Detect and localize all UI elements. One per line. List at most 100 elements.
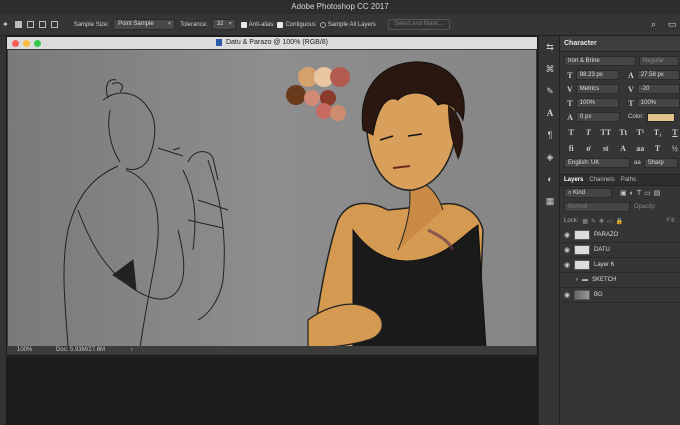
- tab-channels[interactable]: Channels: [589, 177, 614, 183]
- select-and-mask-button[interactable]: Select and Mask...: [387, 19, 450, 30]
- horizontal-scale-icon: T: [628, 98, 634, 108]
- layer-row[interactable]: ◉ PARAZO: [560, 228, 680, 243]
- tracking-icon: V: [627, 84, 634, 94]
- eye-icon[interactable]: ◉: [560, 261, 574, 269]
- opacity-label: Opacity:: [634, 204, 657, 210]
- fractions-icon[interactable]: ½: [670, 144, 680, 153]
- text-color-swatch[interactable]: [647, 112, 676, 122]
- properties-icon[interactable]: ⌘: [539, 58, 561, 80]
- ordinals-icon[interactable]: T: [652, 144, 662, 153]
- sample-size-label: Sample Size:: [73, 21, 110, 28]
- titling-icon[interactable]: aa: [635, 144, 645, 153]
- layer-row[interactable]: ◉ BG: [560, 288, 680, 303]
- leading-input[interactable]: 27.58 px: [636, 70, 680, 80]
- search-icon[interactable]: ⌕: [651, 19, 656, 30]
- chevron-right-icon[interactable]: ›: [576, 277, 578, 283]
- font-size-input[interactable]: 98.23 px: [575, 70, 619, 80]
- font-family-dropdown[interactable]: Iron & Brine: [564, 56, 636, 66]
- baseline-shift-icon: A: [567, 112, 573, 122]
- eye-icon[interactable]: ◉: [560, 291, 574, 299]
- workspace-icon[interactable]: ▭: [668, 19, 677, 30]
- antialias-dropdown[interactable]: Sharp: [643, 158, 678, 168]
- underline-icon[interactable]: T: [670, 128, 680, 137]
- adjustments-icon[interactable]: ◐: [539, 168, 561, 190]
- ligatures-icon[interactable]: fi: [566, 144, 576, 153]
- contiguous-checkbox[interactable]: [277, 21, 284, 28]
- baseline-shift-input[interactable]: 0 px: [576, 112, 620, 122]
- character-icon[interactable]: A: [539, 102, 561, 124]
- stylistic-icon[interactable]: A: [618, 144, 628, 153]
- eye-icon[interactable]: ◉: [560, 246, 574, 254]
- swatches-icon[interactable]: ▦: [539, 190, 561, 212]
- leading-icon: A: [627, 70, 634, 80]
- swatch-0: [286, 85, 306, 105]
- horizontal-scale-input[interactable]: 100%: [636, 98, 680, 108]
- tolerance-label: Tolerance:: [180, 21, 208, 28]
- doc-size[interactable]: Doc: 5.93M/27.6M: [56, 347, 105, 353]
- faux-italic-icon[interactable]: T: [583, 128, 593, 137]
- character-panel-header[interactable]: Character: [560, 36, 680, 52]
- tracking-input[interactable]: -20: [636, 84, 680, 94]
- swash-icon[interactable]: st: [601, 144, 611, 153]
- layer-row[interactable]: › ▬ SKETCH: [560, 273, 680, 288]
- layers-list: ◉ PARAZO ◉ DATU ◉ Layer 6 › ▬ SKETCH ◉ BG: [560, 228, 680, 303]
- filter-kind-label: Kind: [573, 190, 586, 196]
- layer-name: SKETCH: [592, 277, 617, 283]
- add-selection-icon[interactable]: [26, 21, 34, 28]
- layer-name: Layer 6: [594, 262, 615, 268]
- blend-mode-dropdown[interactable]: Normal: [564, 202, 630, 212]
- tolerance-input[interactable]: 32: [211, 19, 236, 30]
- zoom-level[interactable]: 100%: [17, 347, 32, 353]
- tab-paths[interactable]: Paths: [621, 177, 636, 183]
- kerning-icon: V: [566, 84, 573, 94]
- close-window-button[interactable]: [12, 40, 19, 47]
- layer-thumbnail: [574, 230, 590, 240]
- folder-icon: ▬: [582, 277, 588, 283]
- history-icon[interactable]: ⇆: [539, 36, 561, 58]
- faux-bold-icon[interactable]: T: [566, 128, 576, 137]
- swatch-3: [330, 67, 350, 87]
- layer-row[interactable]: ◉ DATU: [560, 243, 680, 258]
- anti-alias-checkbox[interactable]: [240, 21, 247, 28]
- app-title: Adobe Photoshop CC 2017: [291, 2, 389, 11]
- filter-kind-dropdown[interactable]: ⌕ Kind: [564, 188, 612, 198]
- layer-name: BG: [594, 292, 603, 298]
- lock-icons[interactable]: ▦✎✥▭🔒: [582, 218, 626, 225]
- subscript-icon[interactable]: T₁: [653, 128, 663, 137]
- superscript-icon[interactable]: T¹: [635, 128, 645, 137]
- sample-size-dropdown[interactable]: Point Sample: [113, 19, 176, 30]
- status-menu-arrow-icon[interactable]: ›: [131, 347, 133, 353]
- intersect-selection-icon[interactable]: [50, 21, 58, 28]
- brush-preset-icon[interactable]: ✎: [539, 80, 561, 102]
- minimize-window-button[interactable]: [23, 40, 30, 47]
- layer-row[interactable]: ◉ Layer 6: [560, 258, 680, 273]
- vertical-scale-input[interactable]: 100%: [575, 98, 619, 108]
- new-selection-icon[interactable]: [14, 21, 22, 28]
- all-caps-icon[interactable]: TT: [600, 128, 611, 137]
- swatch-7: [330, 105, 346, 121]
- layer-filter-icons[interactable]: ▣◐T▭▤: [620, 189, 663, 197]
- lock-label: Lock:: [564, 218, 579, 224]
- 3d-icon[interactable]: ◈: [539, 146, 561, 168]
- options-bar: ✦ Sample Size: Point Sample Tolerance: 3…: [0, 14, 680, 36]
- font-style-dropdown[interactable]: Regular: [639, 56, 679, 66]
- small-caps-icon[interactable]: Tt: [618, 128, 628, 137]
- layer-thumbnail: [574, 290, 590, 300]
- tab-layers[interactable]: Layers: [564, 177, 583, 183]
- antialias-icon: aa: [634, 160, 641, 166]
- artwork-canvas[interactable]: [8, 50, 536, 348]
- subtract-selection-icon[interactable]: [38, 21, 46, 28]
- old-style-icon[interactable]: ơ: [583, 144, 593, 153]
- kerning-dropdown[interactable]: Metrics: [575, 84, 619, 94]
- workspace-background: [6, 357, 538, 425]
- sample-all-layers-checkbox[interactable]: [319, 21, 326, 28]
- eye-icon[interactable]: ◉: [560, 231, 574, 239]
- language-dropdown[interactable]: English: UK: [564, 158, 630, 168]
- vertical-scale-icon: T: [567, 98, 573, 108]
- color-label: Color:: [628, 114, 645, 120]
- document-window: Datu & Parazo @ 100% (RGB/8) 100% Doc: 5…: [6, 36, 538, 356]
- magic-wand-icon[interactable]: ✦: [2, 20, 9, 29]
- zoom-window-button[interactable]: [34, 40, 41, 47]
- swatch-4: [304, 90, 320, 106]
- paragraph-icon[interactable]: ¶: [539, 124, 561, 146]
